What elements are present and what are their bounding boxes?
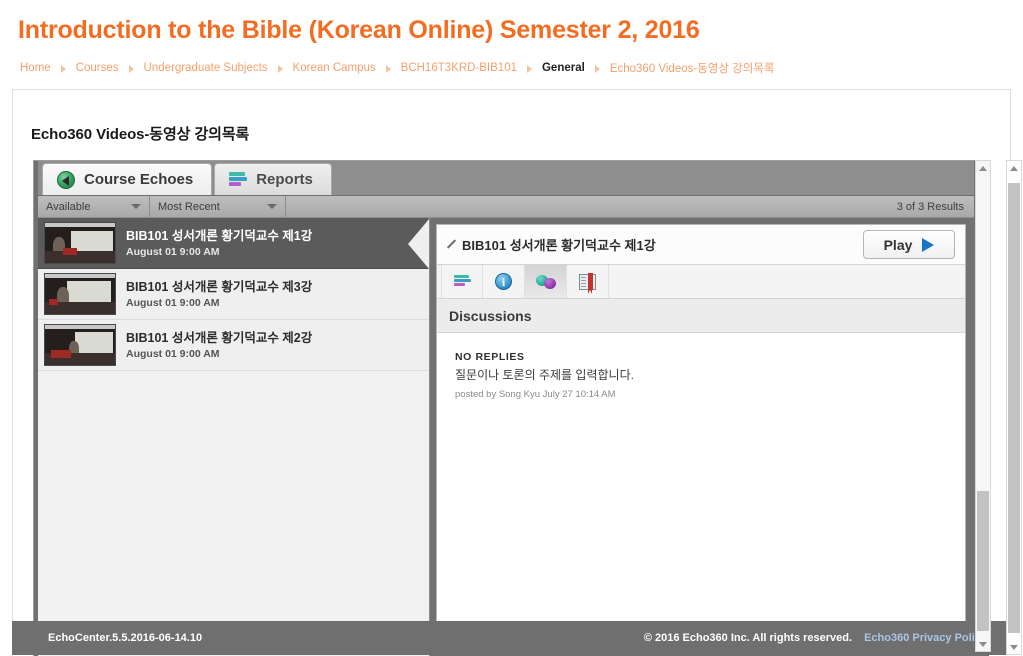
tab-info[interactable]: i [483,265,525,298]
list-item-meta: BIB101 성서개론 황기덕교수 제2강 August 01 9:00 AM [126,330,312,361]
scroll-up-icon[interactable] [1007,161,1021,175]
breadcrumb: Home Courses Undergraduate Subjects Kore… [18,60,1005,76]
echo-thumbnail [44,324,116,366]
breadcrumb-item-course-code[interactable]: BCH16T3KRD-BIB101 [399,62,519,74]
echo360-widget-inner: Course Echoes Reports Available Most Rec… [38,161,974,656]
echo360-version: EchoCenter.5.5.2016-06-14.10 [48,632,202,644]
results-count: 3 of 3 Results [897,201,964,213]
discussion-text: 질문이나 토론의 주제를 입력합니다. [455,366,965,384]
play-button[interactable]: Play [863,230,955,259]
echo360-footer: EchoCenter.5.5.2016-06-14.10 © 2016 Echo… [12,621,1011,655]
scroll-down-icon[interactable] [976,637,990,651]
breadcrumb-separator-icon [61,65,66,73]
echo-thumbnail [44,273,116,315]
list-item-meta: BIB101 성서개론 황기덕교수 제1강 August 01 9:00 AM [126,228,312,259]
list-item-title: BIB101 성서개론 황기덕교수 제2강 [126,330,312,346]
breadcrumb-separator-icon [386,65,391,73]
sort-dropdown[interactable]: Most Recent [150,196,286,218]
inner-scrollbar[interactable] [975,160,991,652]
discussion-icon [536,274,556,290]
list-item[interactable]: BIB101 성서개론 황기덕교수 제1강 August 01 9:00 AM [38,218,429,269]
chevron-down-icon [131,204,141,209]
tab-course-echoes[interactable]: Course Echoes [42,163,212,195]
page-header: Introduction to the Bible (Korean Online… [0,0,1023,76]
echo360-copyright: © 2016 Echo360 Inc. All rights reserved. [644,632,852,644]
list-item-date: August 01 9:00 AM [126,347,312,361]
scroll-down-icon[interactable] [1007,640,1021,654]
page-scrollbar[interactable] [1006,160,1022,655]
tab-reports-label: Reports [256,171,313,188]
echo-detail-panel: BIB101 성서개론 황기덕교수 제1강 Play i [436,224,966,649]
page-scrollbar-thumb[interactable] [1008,183,1020,633]
presentation-icon [454,275,471,289]
breadcrumb-separator-icon [527,65,532,73]
tab-presentation[interactable] [441,265,483,298]
play-button-label: Play [884,237,913,253]
detail-icon-tab-bar: i [437,265,965,299]
chevron-down-icon [267,204,277,209]
list-item[interactable]: BIB101 성서개론 황기덕교수 제2강 August 01 9:00 AM [38,320,429,371]
detail-title: BIB101 성서개론 황기덕교수 제1강 [462,235,857,254]
list-item-date: August 01 9:00 AM [126,245,312,259]
list-item-date: August 01 9:00 AM [126,296,312,310]
page-title: Echo360 Videos-동영상 강의목록 [31,123,1010,144]
discussion-posted-by: posted by Song Kyu July 27 10:14 AM [455,388,965,401]
breadcrumb-item-courses[interactable]: Courses [74,62,121,74]
inner-scrollbar-thumb[interactable] [977,491,989,631]
sort-dropdown-value: Most Recent [158,201,220,213]
detail-header: BIB101 성서개론 황기덕교수 제1강 Play [437,225,965,265]
availability-dropdown[interactable]: Available [38,196,150,218]
tab-course-echoes-label: Course Echoes [84,171,193,188]
breadcrumb-item-home[interactable]: Home [18,62,53,74]
reports-icon [229,172,247,187]
filter-bar: Available Most Recent 3 of 3 Results [38,196,974,218]
course-echoes-icon [57,171,75,189]
tab-notes[interactable] [567,265,609,298]
availability-dropdown-value: Available [46,201,90,213]
echo360-widget: Course Echoes Reports Available Most Rec… [33,160,989,656]
notes-icon [579,274,596,290]
pencil-edit-icon[interactable] [445,239,456,250]
breadcrumb-separator-icon [129,65,134,73]
privacy-policy-link[interactable]: Echo360 Privacy Policy [864,632,987,644]
breadcrumb-item-general[interactable]: General [540,62,587,74]
discussion-body: NO REPLIES 질문이나 토론의 주제를 입력합니다. posted by… [437,333,965,648]
course-title: Introduction to the Bible (Korean Online… [18,14,1005,46]
info-icon: i [495,273,512,290]
echo360-footer-right: © 2016 Echo360 Inc. All rights reserved.… [644,632,987,644]
list-item-title: BIB101 성서개론 황기덕교수 제1강 [126,228,312,244]
tab-reports[interactable]: Reports [214,163,332,195]
list-item-meta: BIB101 성서개론 황기덕교수 제3강 August 01 9:00 AM [126,279,312,310]
discussions-heading: Discussions [437,299,965,333]
scroll-up-icon[interactable] [976,161,990,175]
echo-thumbnail [44,222,116,264]
list-item[interactable]: BIB101 성서개론 황기덕교수 제3강 August 01 9:00 AM [38,269,429,320]
breadcrumb-item-echo360-videos[interactable]: Echo360 Videos-동영상 강의목록 [608,60,777,76]
echo-list: BIB101 성서개론 황기덕교수 제1강 August 01 9:00 AM [38,218,430,656]
list-item-title: BIB101 성서개론 황기덕교수 제3강 [126,279,312,295]
echo360-body: BIB101 성서개론 황기덕교수 제1강 August 01 9:00 AM [38,218,974,656]
content-card: Echo360 Videos-동영상 강의목록 Course Echoes Re… [12,89,1011,655]
breadcrumb-item-undergraduate-subjects[interactable]: Undergraduate Subjects [142,62,270,74]
play-triangle-icon [922,238,934,252]
discussion-status: NO REPLIES [455,349,965,365]
breadcrumb-item-korean-campus[interactable]: Korean Campus [291,62,378,74]
tab-discussion[interactable] [525,265,567,298]
echo360-tab-bar: Course Echoes Reports [38,161,974,196]
breadcrumb-separator-icon [278,65,283,73]
breadcrumb-separator-icon [595,65,600,73]
